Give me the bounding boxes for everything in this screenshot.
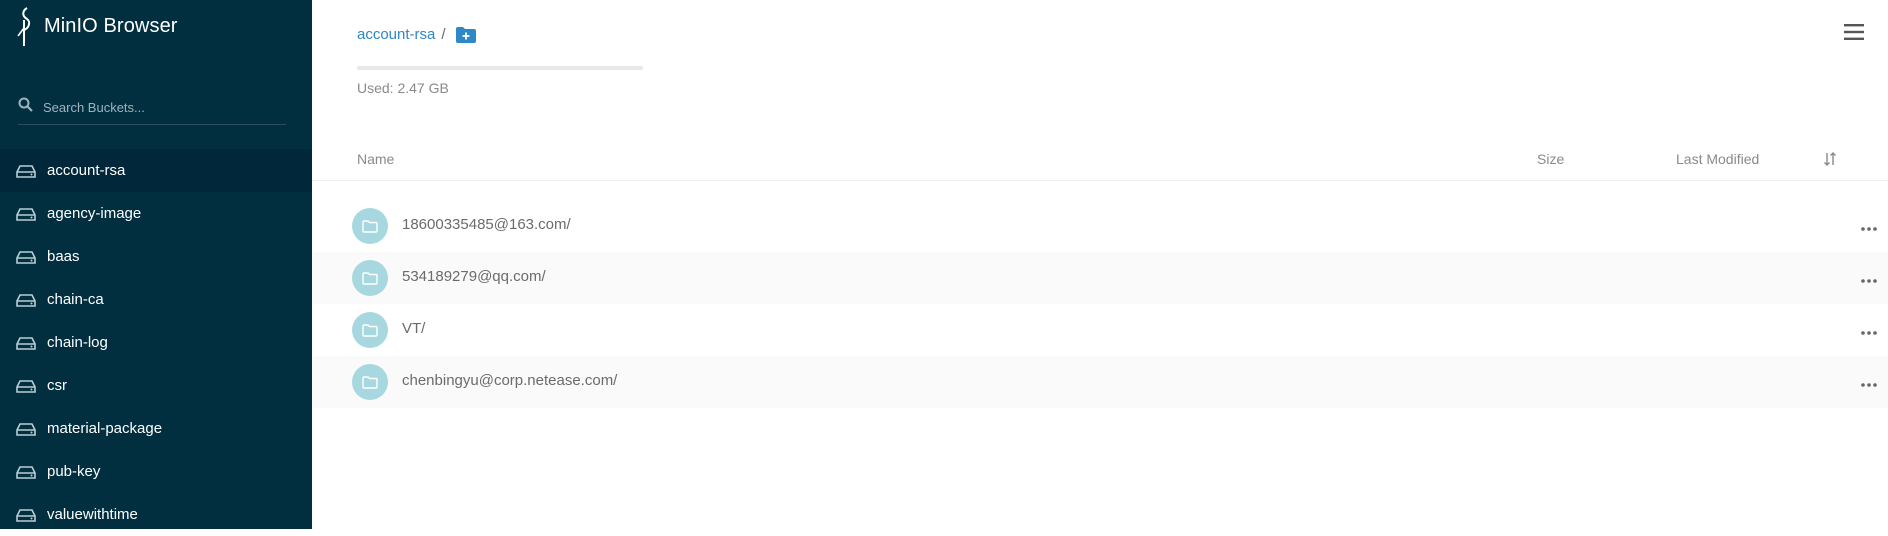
column-header-last-modified[interactable]: Last Modified: [1676, 151, 1759, 167]
table-row[interactable]: 18600335485@163.com/: [312, 200, 1888, 252]
search-bar: [18, 90, 286, 125]
table-row[interactable]: VT/: [312, 304, 1888, 356]
logo[interactable]: MinIO Browser: [16, 4, 178, 48]
bucket-item-chain-log[interactable]: chain-log: [0, 321, 312, 364]
row-name[interactable]: VT/: [402, 320, 425, 337]
folder-icon: [352, 260, 388, 296]
bucket-drive-icon: [16, 508, 36, 522]
breadcrumb-separator: /: [441, 26, 446, 43]
column-header-size[interactable]: Size: [1537, 151, 1564, 167]
folder-icon: [352, 312, 388, 348]
hamburger-menu-icon[interactable]: [1844, 23, 1864, 46]
app-title: MinIO Browser: [44, 14, 178, 37]
bucket-label: csr: [47, 377, 67, 394]
more-dots-icon[interactable]: [1860, 375, 1878, 393]
column-header-name[interactable]: Name: [357, 151, 394, 167]
sidebar: MinIO Browser account-rsa agency-image b…: [0, 0, 312, 529]
bucket-item-account-rsa[interactable]: account-rsa: [0, 149, 312, 192]
bucket-item-material-package[interactable]: material-package: [0, 407, 312, 450]
search-icon: [18, 97, 33, 117]
bucket-drive-icon: [16, 164, 36, 178]
bucket-item-baas[interactable]: baas: [0, 235, 312, 278]
bucket-drive-icon: [16, 250, 36, 264]
bucket-item-csr[interactable]: csr: [0, 364, 312, 407]
bucket-item-agency-image[interactable]: agency-image: [0, 192, 312, 235]
table-header: Name Size Last Modified: [312, 144, 1888, 181]
more-dots-icon[interactable]: [1860, 271, 1878, 289]
folder-icon: [352, 208, 388, 244]
bucket-drive-icon: [16, 207, 36, 221]
folder-icon: [352, 364, 388, 400]
bucket-drive-icon: [16, 336, 36, 350]
usage-bar: [357, 66, 643, 70]
more-dots-icon[interactable]: [1860, 219, 1878, 237]
bucket-item-chain-ca[interactable]: chain-ca: [0, 278, 312, 321]
search-input[interactable]: [41, 98, 275, 116]
bucket-drive-icon: [16, 293, 36, 307]
sort-icon[interactable]: [1823, 151, 1837, 170]
bucket-label: material-package: [47, 420, 163, 437]
row-name[interactable]: chenbingyu@corp.netease.com/: [402, 372, 617, 389]
bucket-item-pub-key[interactable]: pub-key: [0, 450, 312, 493]
row-name[interactable]: 18600335485@163.com/: [402, 216, 571, 233]
folder-plus-icon[interactable]: [452, 26, 476, 43]
bucket-drive-icon: [16, 465, 36, 479]
row-name[interactable]: 534189279@qq.com/: [402, 268, 546, 285]
object-list: 18600335485@163.com/ 534189279@qq.com/ V…: [312, 200, 1888, 408]
minio-bird-icon: [16, 6, 34, 46]
bucket-label: chain-log: [47, 334, 108, 351]
bucket-label: valuewithtime: [47, 506, 138, 523]
more-dots-icon[interactable]: [1860, 323, 1878, 341]
breadcrumb-bucket-link[interactable]: account-rsa: [357, 26, 435, 43]
bucket-list: account-rsa agency-image baas chain-ca c…: [0, 149, 312, 536]
breadcrumb: account-rsa /: [357, 26, 476, 43]
bucket-drive-icon: [16, 422, 36, 436]
bucket-label: agency-image: [47, 205, 142, 222]
bucket-label: baas: [47, 248, 80, 265]
usage-text: Used: 2.47 GB: [357, 80, 449, 96]
bucket-label: pub-key: [47, 463, 101, 480]
table-row[interactable]: 534189279@qq.com/: [312, 252, 1888, 304]
bucket-drive-icon: [16, 379, 36, 393]
bucket-label: account-rsa: [47, 162, 126, 179]
bucket-label: chain-ca: [47, 291, 104, 308]
main-content: account-rsa / Used: 2.47 GB Name Size La…: [312, 0, 1888, 529]
bucket-item-valuewithtime[interactable]: valuewithtime: [0, 493, 312, 536]
table-row[interactable]: chenbingyu@corp.netease.com/: [312, 356, 1888, 408]
